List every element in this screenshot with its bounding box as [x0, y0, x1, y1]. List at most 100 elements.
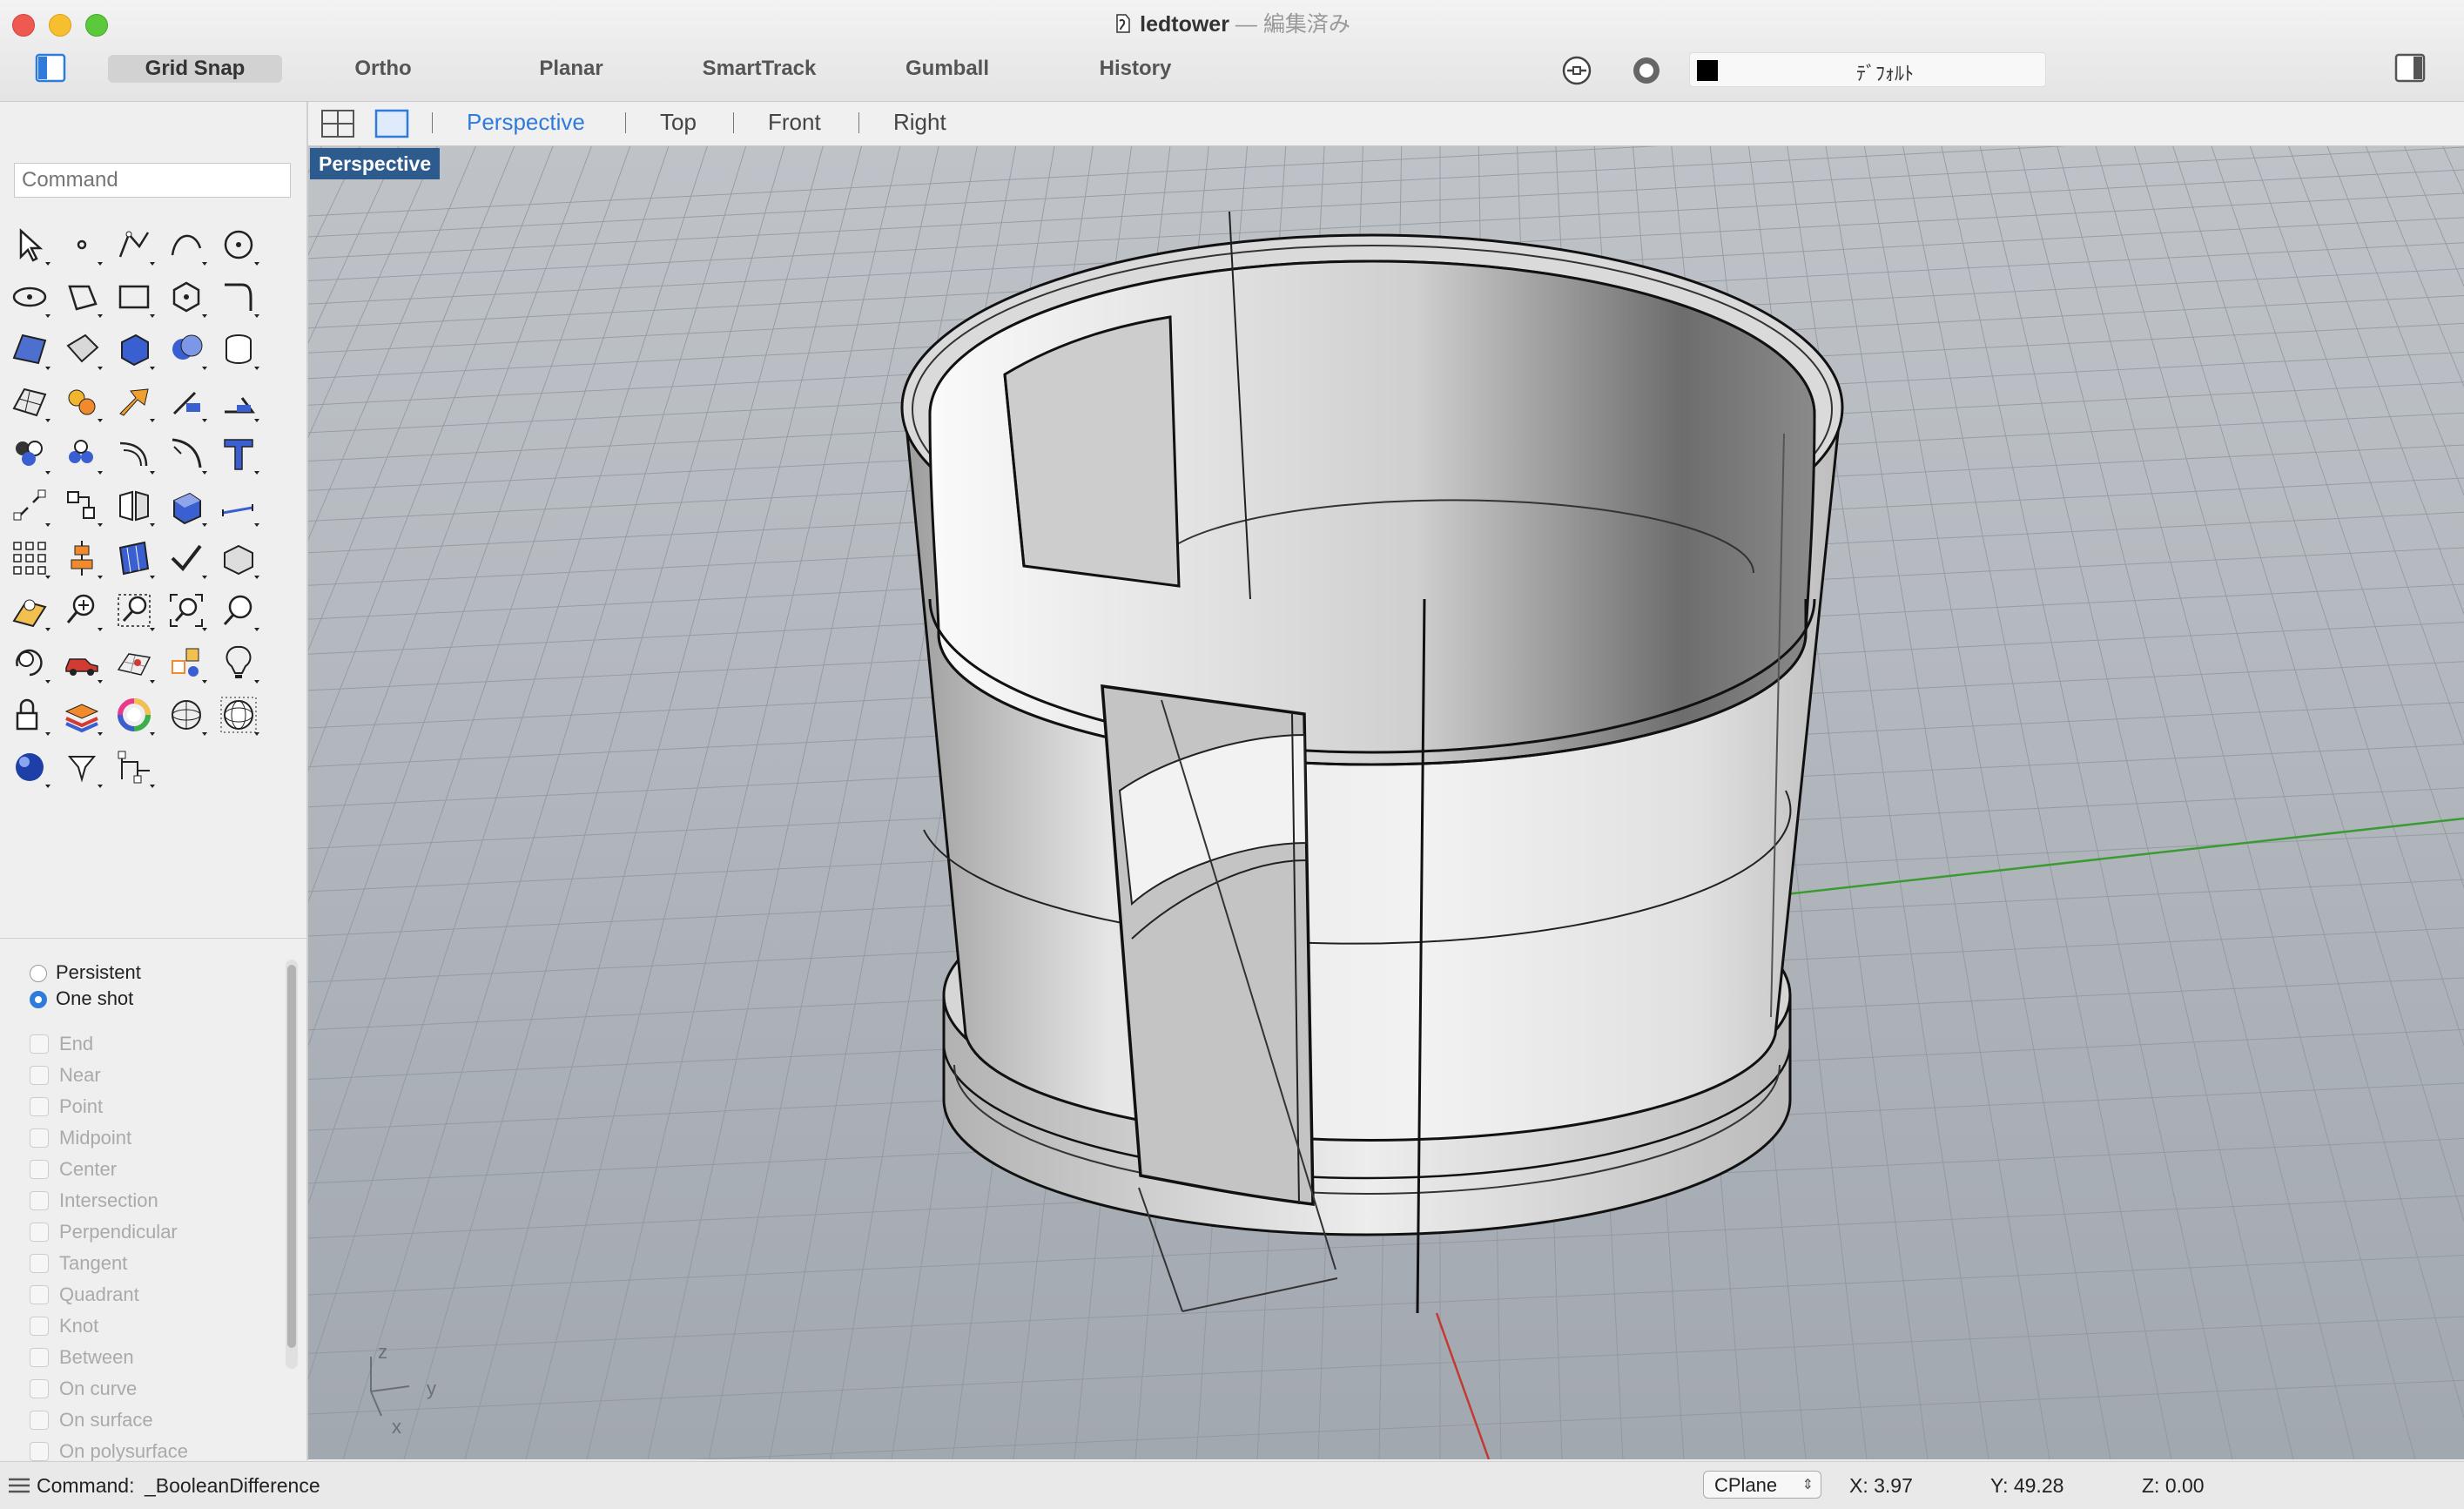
osnap-perpendicular-checkbox[interactable]: Perpendicular	[30, 1221, 178, 1245]
polyline-icon[interactable]	[111, 222, 157, 267]
zoom-window-icon[interactable]	[111, 588, 157, 633]
offset-icon[interactable]	[111, 431, 157, 476]
tab-right[interactable]: Right	[893, 109, 946, 136]
cplane-selector[interactable]: CPlane⇕	[1703, 1471, 1821, 1499]
analyze-icon[interactable]	[59, 379, 104, 424]
rectangle-icon[interactable]	[111, 274, 157, 320]
command-history-icon[interactable]	[7, 1476, 31, 1495]
snapshot-icon[interactable]	[164, 640, 209, 685]
osnap-quadrant-checkbox[interactable]: Quadrant	[30, 1283, 139, 1308]
polygon-center-icon[interactable]	[164, 274, 209, 320]
align-icon[interactable]	[59, 536, 104, 581]
cylinder-icon[interactable]	[216, 327, 261, 372]
osnap-tangent-checkbox[interactable]: Tangent	[30, 1252, 127, 1277]
sphere-wire-icon[interactable]	[164, 692, 209, 738]
viewport-canvas[interactable]: z y x	[308, 146, 2464, 1459]
box-edit-icon[interactable]	[216, 536, 261, 581]
tab-perspective[interactable]: Perspective	[467, 109, 585, 136]
osnap-point-checkbox[interactable]: Point	[30, 1095, 103, 1120]
single-viewport-icon[interactable]	[374, 109, 409, 138]
osnap-filter-icon[interactable]	[1560, 54, 1593, 87]
camera-icon[interactable]	[59, 744, 104, 790]
checkbox-box	[30, 1128, 49, 1148]
pan-icon[interactable]	[7, 588, 52, 633]
blend-icon[interactable]	[164, 431, 209, 476]
mirror-icon[interactable]	[111, 483, 157, 529]
smarttrack-button[interactable]: SmartTrack	[679, 55, 839, 83]
curve-tree-icon[interactable]	[111, 744, 157, 790]
one-shot-radio[interactable]: One shot	[30, 987, 133, 1012]
four-viewports-icon[interactable]	[320, 109, 355, 138]
viewport-title-label[interactable]: Perspective	[310, 148, 440, 179]
render-grid-icon[interactable]	[111, 640, 157, 685]
current-layer-selector[interactable]: ﾃﾞﾌｫﾙﾄ	[1689, 52, 2046, 87]
circle-icon[interactable]	[216, 222, 261, 267]
point-icon[interactable]	[59, 222, 104, 267]
lock-icon[interactable]	[7, 692, 52, 738]
sidebar-right-toggle-icon[interactable]	[2394, 52, 2426, 84]
split-icon[interactable]	[216, 379, 261, 424]
zoom-extents-icon[interactable]	[164, 588, 209, 633]
ortho-button[interactable]: Ortho	[313, 55, 453, 83]
surface-icon[interactable]	[7, 327, 52, 372]
osnap-near-checkbox[interactable]: Near	[30, 1064, 101, 1088]
section-icon[interactable]	[111, 536, 157, 581]
check-icon[interactable]	[164, 536, 209, 581]
rotate-view-icon[interactable]	[7, 640, 52, 685]
curve-icon[interactable]	[164, 222, 209, 267]
sphere-mesh-icon[interactable]	[216, 692, 261, 738]
osnap-center-checkbox[interactable]: Center	[30, 1158, 117, 1182]
dimension-icon[interactable]	[216, 483, 261, 529]
trim-icon[interactable]	[164, 379, 209, 424]
solid-union-icon[interactable]	[164, 327, 209, 372]
record-history-icon[interactable]	[1630, 54, 1663, 87]
cplane-chevron-icon: ⇕	[1802, 1472, 1814, 1499]
light-icon[interactable]	[216, 640, 261, 685]
transform-icon[interactable]	[59, 483, 104, 529]
perspective-viewport[interactable]: z y x Perspective	[308, 146, 2464, 1459]
ellipse-icon[interactable]	[7, 274, 52, 320]
osnap-midpoint-checkbox[interactable]: Midpoint	[30, 1127, 131, 1151]
planar-button[interactable]: Planar	[502, 55, 641, 83]
explode-icon[interactable]	[111, 379, 157, 424]
history-button[interactable]: History	[1066, 55, 1205, 83]
zoom-selected-icon[interactable]	[216, 588, 261, 633]
fillet-curve-icon[interactable]	[216, 274, 261, 320]
car-icon[interactable]	[59, 640, 104, 685]
osnap-on-curve-checkbox[interactable]: On curve	[30, 1378, 137, 1402]
color-wheel-icon[interactable]	[111, 692, 157, 738]
zoom-icon[interactable]	[59, 588, 104, 633]
led-tower-model[interactable]	[902, 212, 1842, 1313]
group-icon[interactable]	[59, 431, 104, 476]
status-bar: Command: _BooleanDifference CPlane⇕ X: 3…	[0, 1461, 2464, 1509]
boolean-icon[interactable]	[7, 431, 52, 476]
select-arrow-icon[interactable]	[7, 222, 52, 267]
osnap-between-checkbox[interactable]: Between	[30, 1346, 134, 1371]
layer-icon[interactable]	[59, 692, 104, 738]
osnap-knot-checkbox[interactable]: Knot	[30, 1315, 98, 1339]
array-icon[interactable]	[7, 536, 52, 581]
gumball-button[interactable]: Gumball	[878, 55, 1017, 83]
window-title-separator: —	[1235, 12, 1257, 37]
material-ball-icon[interactable]	[7, 744, 52, 790]
tab-top[interactable]: Top	[660, 109, 697, 136]
move-icon[interactable]	[7, 483, 52, 529]
osnap-scrollbar[interactable]	[286, 960, 298, 1369]
loft-icon[interactable]	[59, 327, 104, 372]
grid-snap-button[interactable]: Grid Snap	[108, 55, 282, 83]
mesh-icon[interactable]	[7, 379, 52, 424]
osnap-on-surface-checkbox[interactable]: On surface	[30, 1409, 153, 1433]
checkbox-box	[30, 1097, 49, 1116]
box-icon[interactable]	[111, 327, 157, 372]
polygon-icon[interactable]	[59, 274, 104, 320]
osnap-intersection-checkbox[interactable]: Intersection	[30, 1189, 158, 1214]
osnap-end-checkbox[interactable]: End	[30, 1033, 93, 1057]
command-input[interactable]	[14, 163, 291, 198]
extrude-icon[interactable]	[164, 483, 209, 529]
tab-front[interactable]: Front	[768, 109, 821, 136]
sidebar-left-toggle-icon[interactable]	[35, 52, 66, 84]
text-icon[interactable]	[216, 431, 261, 476]
osnap-scroll-thumb[interactable]	[287, 965, 296, 1348]
osnap-item-label: Perpendicular	[59, 1221, 178, 1243]
persistent-radio[interactable]: Persistent	[30, 961, 141, 986]
